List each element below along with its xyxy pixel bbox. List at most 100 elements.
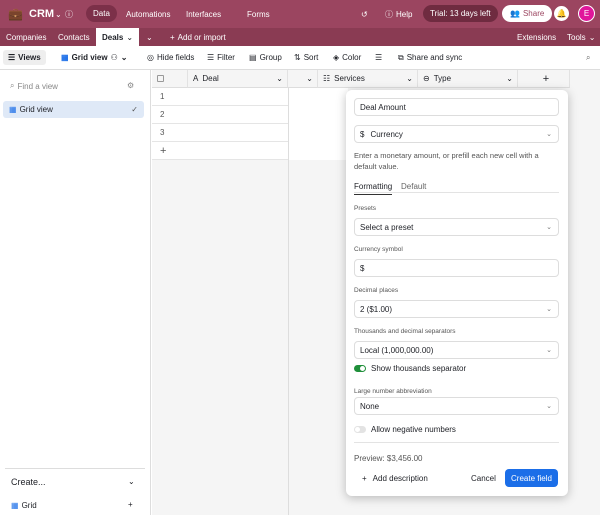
menu-icon: ☰ xyxy=(8,53,16,62)
create-grid-item[interactable]: ▦ Grid xyxy=(11,501,37,510)
table-row[interactable]: 1 xyxy=(152,88,288,106)
field-config-popup: Deal Amount $ Currency ⌄ Enter a monetary … xyxy=(346,90,568,496)
share-sync-button[interactable]: ⧉ Share and sync xyxy=(398,53,462,63)
add-field-button[interactable]: + xyxy=(518,70,570,88)
show-separator-toggle-row[interactable]: Show thousands separator xyxy=(354,364,466,373)
search-icon[interactable]: ⌕ xyxy=(586,53,590,63)
table-row[interactable]: 3 xyxy=(152,124,288,142)
sidebar-view-grid[interactable]: ▦ Grid view ✓ xyxy=(3,101,144,118)
help-button[interactable]: ⓘ Help xyxy=(385,9,412,20)
sort-label: Sort xyxy=(303,53,319,62)
search-icon: ⌕ xyxy=(10,81,15,90)
help-icon: ⓘ xyxy=(385,9,393,19)
chevron-down-icon: ⌄ xyxy=(546,306,552,313)
tools-label: Tools xyxy=(567,32,586,42)
separators-select[interactable]: Local (1,000,000.00) ⌄ xyxy=(354,341,559,359)
grid-icon: ▦ xyxy=(11,501,19,510)
users-icon: ⚇ xyxy=(110,53,118,62)
presets-select[interactable]: Select a preset ⌄ xyxy=(354,218,559,236)
show-separator-toggle[interactable] xyxy=(354,365,366,372)
separators-label: Thousands and decimal separators xyxy=(354,328,456,335)
cancel-button[interactable]: Cancel xyxy=(471,474,496,483)
find-view-input[interactable]: ⌕ Find a view xyxy=(10,81,58,91)
column-header-deal[interactable]: A Deal ⌄ xyxy=(188,70,288,88)
allow-negative-toggle-row[interactable]: Allow negative numbers xyxy=(354,425,456,434)
field-description: Enter a monetary amount, or prefill each… xyxy=(354,151,539,171)
briefcase-icon: 💼 xyxy=(8,7,23,21)
currency-symbol-input[interactable]: $ xyxy=(354,259,559,277)
table-tabs: Companies Contacts Deals ⌄ ⌄ + Add or impo… xyxy=(0,28,600,46)
grid-icon: ▦ xyxy=(61,53,69,62)
tab-companies[interactable]: Companies xyxy=(6,33,46,42)
chevron-down-icon: ⌄ xyxy=(120,53,128,62)
avatar[interactable]: E xyxy=(578,5,595,22)
gear-icon[interactable]: ⚙ xyxy=(127,81,134,90)
column-header-services[interactable]: ☷ Services ⌄ xyxy=(318,70,418,88)
help-label: Help xyxy=(396,9,413,19)
add-row-button[interactable]: + xyxy=(152,142,288,160)
chevron-down-icon: ⌄ xyxy=(306,74,313,83)
tab-formatting[interactable]: Formatting xyxy=(354,182,393,195)
allow-negative-label: Allow negative numbers xyxy=(371,425,456,434)
plus-icon[interactable]: + xyxy=(128,500,133,509)
large-number-select[interactable]: None ⌄ xyxy=(354,397,559,415)
add-description-label: Add description xyxy=(372,474,428,483)
row-number: 3 xyxy=(160,128,165,137)
add-import-button[interactable]: + Add or import xyxy=(170,33,226,42)
tab-deals[interactable]: Deals ⌄ xyxy=(96,28,140,46)
tab-default[interactable]: Default xyxy=(401,182,426,191)
chevron-down-icon: ⌄ xyxy=(406,74,413,83)
more-tables-chevron-icon[interactable]: ⌄ xyxy=(146,33,153,42)
checkbox[interactable] xyxy=(157,75,164,82)
decimal-places-select[interactable]: 2 ($1.00) ⌄ xyxy=(354,300,559,318)
chevron-down-icon[interactable]: ⌄ xyxy=(128,477,135,486)
select-all-checkbox[interactable] xyxy=(152,70,188,88)
create-heading[interactable]: Create... xyxy=(11,477,46,487)
group-button[interactable]: ▤ Group xyxy=(249,53,282,62)
grid-view-label: Grid view xyxy=(71,53,108,62)
create-field-button[interactable]: Create field xyxy=(505,469,558,487)
chevron-down-icon: ⌄ xyxy=(546,347,552,354)
bell-icon[interactable]: 🔔 xyxy=(554,6,569,21)
column-label: Services xyxy=(334,74,365,83)
hide-fields-button[interactable]: ◎ Hide fields xyxy=(147,53,194,62)
trial-badge[interactable]: Trial: 13 days left xyxy=(423,5,498,22)
view-label: Grid view xyxy=(19,105,53,114)
field-name-input[interactable]: Deal Amount xyxy=(354,98,559,116)
row-height-icon[interactable]: ☰ xyxy=(375,53,382,62)
field-type-select[interactable]: $ Currency ⌄ xyxy=(354,125,559,143)
add-description-button[interactable]: + Add description xyxy=(362,474,428,483)
grid-icon: ▦ xyxy=(9,105,17,114)
nav-data[interactable]: Data xyxy=(86,5,117,22)
decimal-value: 2 ($1.00) xyxy=(360,304,393,314)
filter-button[interactable]: ☰ Filter xyxy=(207,53,235,62)
nav-automations[interactable]: Automations xyxy=(126,10,170,19)
history-icon[interactable]: ↺ xyxy=(361,10,368,19)
tools-button[interactable]: Tools ⌄ xyxy=(567,33,595,42)
show-separator-label: Show thousands separator xyxy=(371,364,467,373)
app-name[interactable]: CRM xyxy=(29,8,54,20)
chevron-down-icon[interactable]: ⌄ xyxy=(55,10,62,19)
nav-interfaces[interactable]: Interfaces xyxy=(186,10,221,19)
tab-contacts[interactable]: Contacts xyxy=(58,33,90,42)
chevron-down-icon: ⌄ xyxy=(126,32,134,42)
column-header-type[interactable]: ⊖ Type ⌄ xyxy=(418,70,518,88)
extensions-button[interactable]: Extensions xyxy=(517,33,556,42)
info-icon[interactable]: ⓘ xyxy=(65,9,73,20)
share-button[interactable]: 👥 Share xyxy=(502,5,553,22)
grid-view-button[interactable]: ▦ Grid view ⚇ ⌄ xyxy=(61,53,127,62)
preview-text: Preview: $3,456.00 xyxy=(354,454,423,463)
separators-value: Local (1,000,000.00) xyxy=(360,345,434,355)
nav-forms[interactable]: Forms xyxy=(247,10,270,19)
views-button[interactable]: ☰ Views xyxy=(3,50,46,65)
color-button[interactable]: ◈ Color xyxy=(333,53,361,62)
column-header-hidden[interactable]: ⌄ xyxy=(288,70,318,88)
sort-button[interactable]: ⇅ Sort xyxy=(294,53,318,62)
table-row[interactable]: 2 xyxy=(152,106,288,124)
allow-negative-toggle[interactable] xyxy=(354,426,366,433)
chevron-down-icon: ⌄ xyxy=(546,403,552,410)
field-type-label: Currency xyxy=(370,129,403,139)
text-field-icon: A xyxy=(193,74,199,83)
presets-label: Presets xyxy=(354,205,377,212)
chevron-down-icon: ⌄ xyxy=(546,224,552,231)
